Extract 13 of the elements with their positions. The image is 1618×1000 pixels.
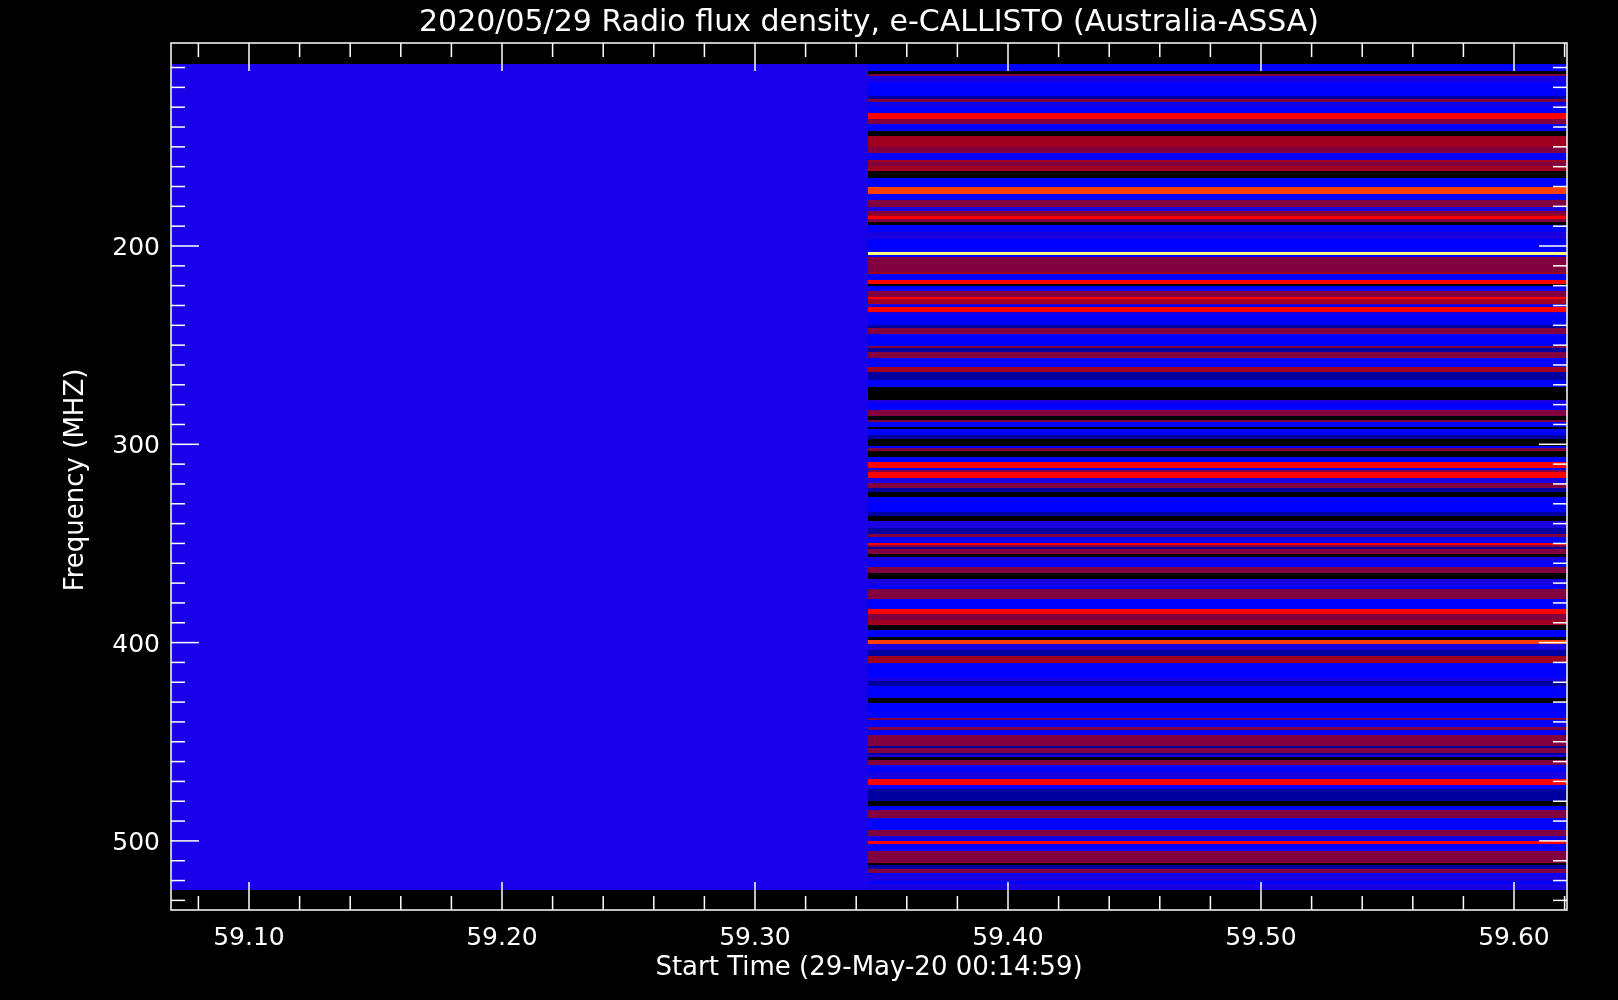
x-tick-label: 59.30 [719, 922, 791, 951]
x-tick-label: 59.20 [466, 922, 538, 951]
y-tick-label: 400 [112, 628, 160, 658]
y-tick-label: 500 [112, 826, 160, 856]
y-tick-label: 300 [112, 430, 160, 460]
y-tick-label: 200 [112, 232, 160, 261]
x-tick-label: 59.60 [1478, 922, 1550, 951]
x-axis-label: Start Time (29-May-20 00:14:59) [655, 951, 1083, 981]
x-tick-label: 59.50 [1225, 922, 1297, 951]
chart-title: 2020/05/29 Radio flux density, e-CALLISTO (Australia-ASSA) [418, 3, 1320, 38]
x-tick-label: 59.40 [972, 922, 1044, 951]
x-tick-label: 59.10 [213, 922, 285, 951]
y-axis-label: Frequency (MHZ) [59, 368, 89, 592]
